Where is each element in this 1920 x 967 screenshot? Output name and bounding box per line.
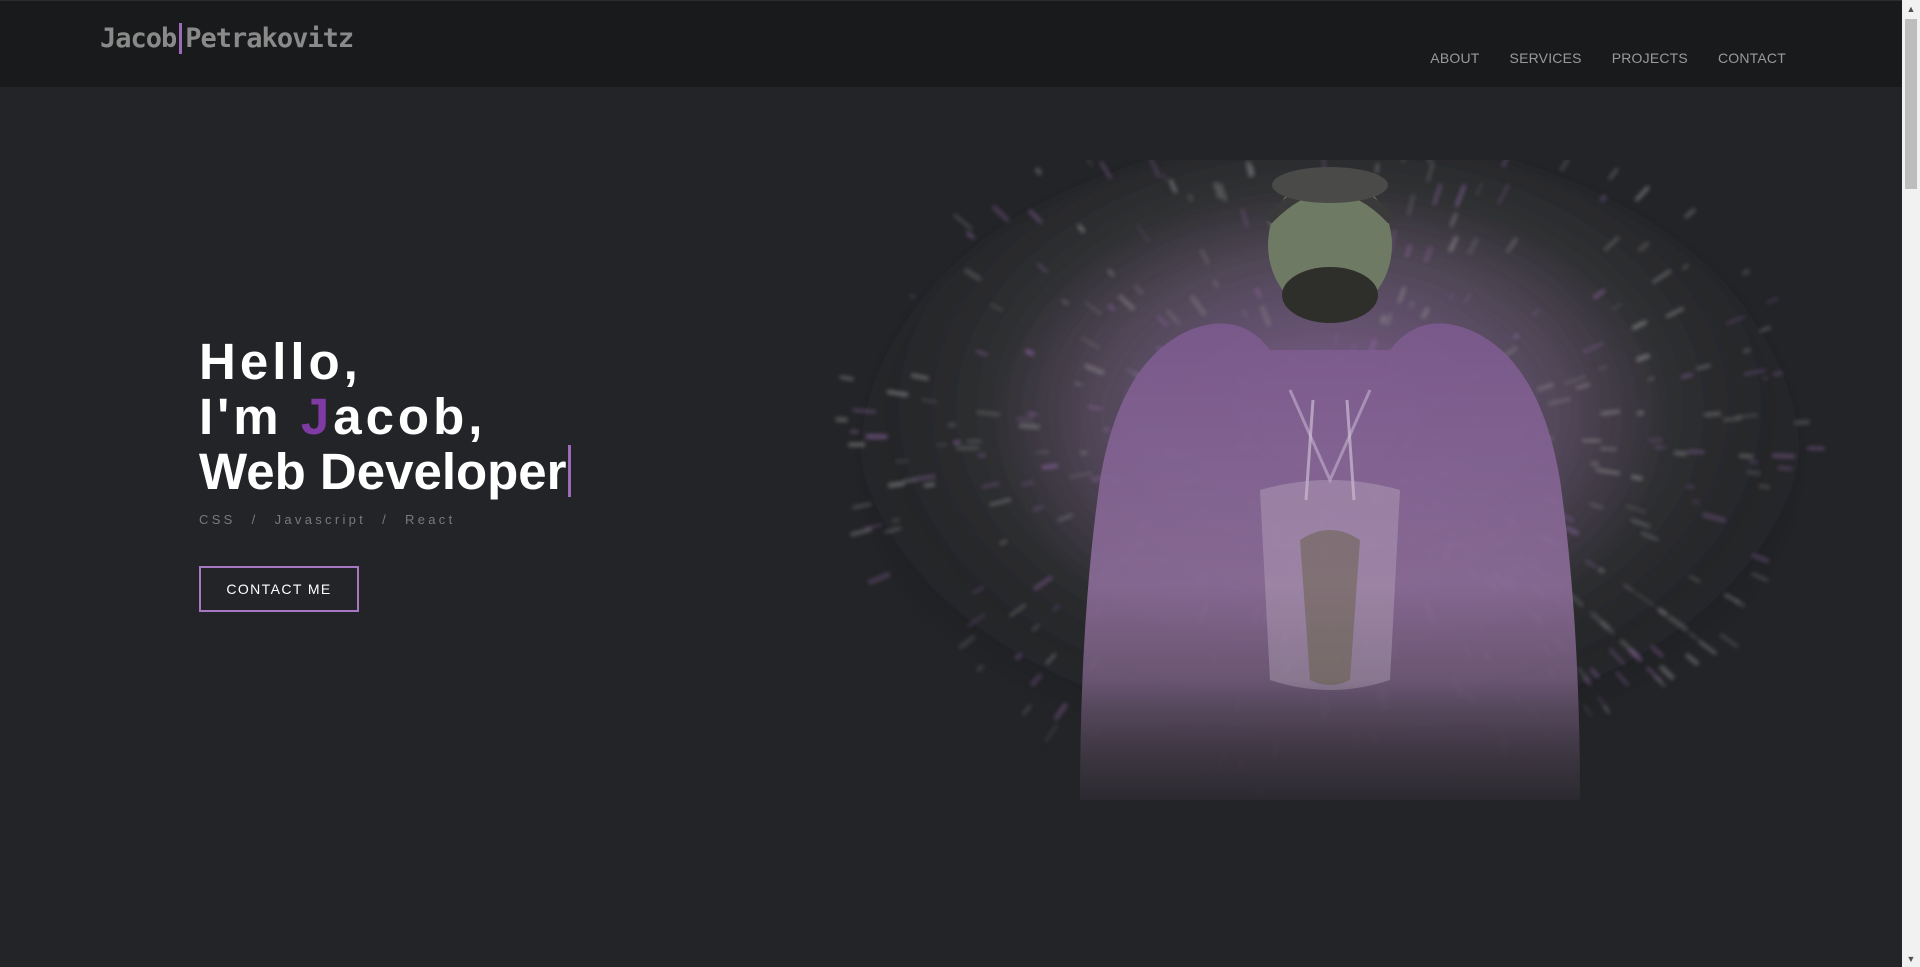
site-logo[interactable]: Jacob Petrakovitz — [100, 23, 354, 54]
hero-portrait-image — [820, 160, 1840, 840]
hero-greeting: Hello, — [199, 333, 362, 390]
skill-item: CSS — [199, 512, 236, 527]
skill-separator: / — [251, 512, 259, 527]
logo-first-name: Jacob — [100, 23, 177, 54]
nav-about[interactable]: ABOUT — [1430, 50, 1479, 66]
site-header: Jacob Petrakovitz ABOUT SERVICES PROJECT… — [0, 0, 1902, 87]
nav-contact[interactable]: CONTACT — [1718, 50, 1786, 66]
logo-divider — [179, 23, 183, 54]
hero-intro: Hello, I'm Jacob, Web Developer CSS / Ja… — [199, 334, 571, 527]
logo-last-name: Petrakovitz — [185, 23, 354, 54]
skills-list: CSS / Javascript / React — [199, 512, 571, 527]
hero-name-accent: J — [300, 388, 334, 445]
scroll-up-arrow-icon[interactable]: ▲ — [1902, 0, 1920, 17]
scrollbar-thumb[interactable] — [1905, 19, 1917, 189]
skill-item: Javascript — [274, 512, 367, 527]
skill-separator: / — [382, 512, 390, 527]
hero-role: Web Developer — [199, 443, 567, 500]
hero-name-prefix: I'm — [199, 388, 301, 445]
skill-item: React — [405, 512, 456, 527]
page: Jacob Petrakovitz ABOUT SERVICES PROJECT… — [0, 0, 1920, 967]
scroll-down-arrow-icon[interactable]: ▼ — [1902, 950, 1920, 967]
page-scrollbar[interactable]: ▲ ▼ — [1902, 0, 1920, 967]
nav-services[interactable]: SERVICES — [1510, 50, 1582, 66]
hero-name-line: I'm Jacob, — [199, 389, 571, 444]
nav-projects[interactable]: PROJECTS — [1612, 50, 1688, 66]
main-nav: ABOUT SERVICES PROJECTS CONTACT — [1430, 50, 1786, 66]
hero-name-suffix: acob, — [333, 388, 487, 445]
typing-caret — [567, 445, 571, 497]
hero-role-line: Web Developer — [199, 444, 571, 499]
contact-me-button[interactable]: CONTACT ME — [199, 566, 359, 612]
